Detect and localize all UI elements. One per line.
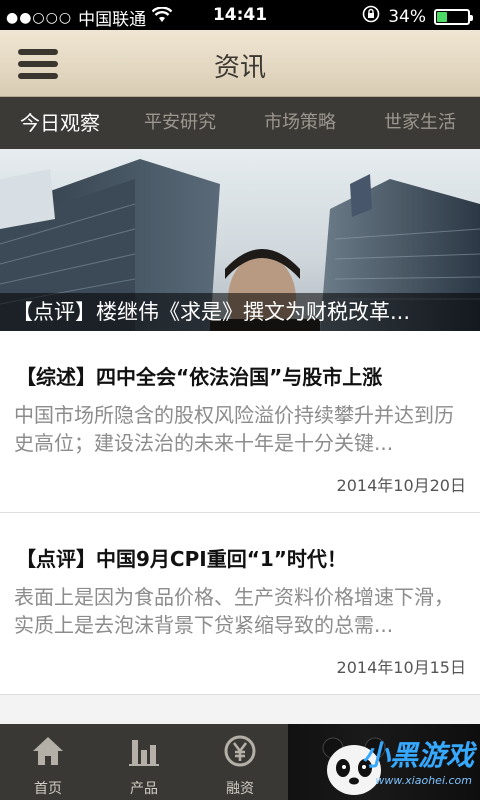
battery-percent: 34% bbox=[388, 6, 426, 27]
nav-products-label: 产品 bbox=[130, 781, 158, 797]
bottom-nav: 首页 产品 融资 小黑游戏 www.xiaohei.com bbox=[0, 724, 480, 800]
yen-coin-icon bbox=[224, 735, 256, 767]
nav-home[interactable]: 首页 bbox=[0, 724, 96, 800]
article-summary: 中国市场所隐含的股权风险溢价持续攀升并达到历史高位；建设法治的未来十年是十分关键… bbox=[14, 403, 454, 455]
rotation-lock-icon bbox=[362, 5, 380, 28]
battery-icon bbox=[434, 8, 473, 25]
article-title: 【综述】四中全会“依法治国”与股市上涨 bbox=[16, 365, 383, 389]
watermark-text: 小黑游戏 bbox=[361, 739, 474, 772]
watermark-url: www.xiaohei.com bbox=[375, 774, 472, 787]
article-date: 2014年10月20日 bbox=[336, 476, 466, 495]
tab-pingan-research[interactable]: 平安研究 bbox=[120, 97, 240, 149]
article-title: 【点评】中国9月CPI重回“1”时代！ bbox=[16, 547, 347, 571]
featured-banner[interactable]: 【点评】楼继伟《求是》撰文为财税改革... bbox=[0, 149, 480, 331]
category-tabs: 今日观察 平安研究 市场策略 世家生活 bbox=[0, 97, 480, 149]
tab-family-life[interactable]: 世家生活 bbox=[360, 97, 480, 149]
watermark-overlay: 小黑游戏 www.xiaohei.com bbox=[288, 724, 480, 800]
chart-bars-icon bbox=[129, 740, 159, 766]
status-right: 34% bbox=[362, 5, 473, 28]
tab-market-strategy[interactable]: 市场策略 bbox=[240, 97, 360, 149]
page-title: 资讯 bbox=[213, 53, 266, 83]
status-bar: ●●○○○ 中国联通 14:41 34% bbox=[0, 0, 480, 30]
article-list: 【综述】四中全会“依法治国”与股市上涨 中国市场所隐含的股权风险溢价持续攀升并达… bbox=[0, 331, 480, 695]
battery-fill bbox=[437, 11, 447, 22]
banner-caption: 【点评】楼继伟《求是》撰文为财税改革... bbox=[0, 293, 480, 331]
article-summary: 表面上是因为食品价格、生产资料价格增速下滑，实质上是去泡沫背景下贷紧缩导致的总需… bbox=[14, 585, 454, 637]
nav-financing-label: 融资 bbox=[226, 781, 254, 797]
nav-financing[interactable]: 融资 bbox=[192, 724, 288, 800]
nav-home-label: 首页 bbox=[34, 781, 62, 797]
list-item[interactable]: 【点评】中国9月CPI重回“1”时代！ 表面上是因为食品价格、生产资料价格增速下… bbox=[0, 513, 480, 695]
tab-today-observation[interactable]: 今日观察 bbox=[0, 97, 120, 149]
article-date: 2014年10月15日 bbox=[336, 658, 466, 677]
home-icon bbox=[33, 737, 63, 765]
app-header: 资讯 bbox=[0, 30, 480, 97]
nav-products[interactable]: 产品 bbox=[96, 724, 192, 800]
list-item[interactable]: 【综述】四中全会“依法治国”与股市上涨 中国市场所隐含的股权风险溢价持续攀升并达… bbox=[0, 331, 480, 513]
